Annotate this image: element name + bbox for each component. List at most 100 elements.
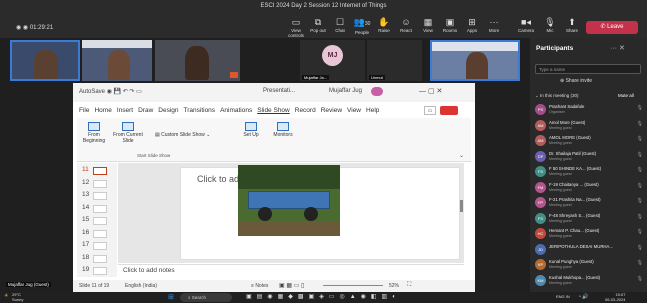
- tab-review[interactable]: Review: [321, 107, 342, 114]
- weather-widget[interactable]: 29°C Sunny: [12, 292, 23, 302]
- share-button[interactable]: ⬆ Share: [560, 17, 584, 33]
- participant-row[interactable]: JD JERIPOTHULA DESAI MURHA... 🎙: [535, 243, 643, 257]
- tab-slide-show[interactable]: Slide Show: [257, 107, 290, 114]
- mic-off-icon[interactable]: 🎙: [637, 136, 643, 142]
- react-button[interactable]: ☺ React: [394, 17, 418, 33]
- tab-help[interactable]: Help: [366, 107, 379, 114]
- mic-off-icon[interactable]: 🎙: [637, 198, 643, 204]
- participant-row[interactable]: FS F 50 SHINDE KA... (Guest) Meeting guest…: [535, 165, 643, 179]
- close-icon[interactable]: ✕: [619, 45, 625, 52]
- slide-thumbnail[interactable]: [93, 217, 107, 225]
- view-controls-button[interactable]: ▭ View controls: [284, 17, 308, 38]
- slide-thumbnail[interactable]: [93, 167, 107, 175]
- video-tile[interactable]: [10, 40, 80, 81]
- slide-thumbnail[interactable]: [93, 267, 107, 275]
- participant-row[interactable]: FM F-19 Chaitanya ... (Guest) Meeting gues…: [535, 181, 643, 195]
- slide-thumbnails[interactable]: 11 12 13 14 15 16 17 18 19: [77, 163, 117, 277]
- mic-button[interactable]: 🎙 Mic: [538, 17, 562, 33]
- from-beginning-button[interactable]: From Beginning: [81, 122, 107, 144]
- tab-insert[interactable]: Insert: [117, 107, 133, 114]
- video-tile[interactable]: MJ Mujaffar Ja...: [300, 40, 365, 81]
- view-buttons[interactable]: ▣ ▦ ▭ ▯: [279, 282, 304, 289]
- slide-thumbnail[interactable]: [93, 179, 107, 188]
- mic-off-icon[interactable]: 🎙: [637, 183, 643, 189]
- chevron-down-icon[interactable]: ⌄: [459, 152, 464, 159]
- participant-row[interactable]: AM AMOL MORE (Guest) Meeting guest 🎙: [535, 134, 643, 148]
- raise-hand-button[interactable]: ✋ Raise: [372, 17, 396, 33]
- mic-off-icon[interactable]: 🎙: [637, 167, 643, 173]
- more-button[interactable]: ··· More: [482, 17, 506, 33]
- windows-start-icon[interactable]: ⊞: [168, 293, 174, 301]
- rooms-button[interactable]: ▣ Rooms: [438, 17, 462, 33]
- participant-role: Organiser: [549, 110, 565, 114]
- participant-row[interactable]: PS Prashant Sadafule Organiser 🎙: [535, 103, 643, 117]
- custom-slideshow-button[interactable]: ▤ Custom Slide Show ⌄: [155, 132, 231, 138]
- slide-photo[interactable]: [238, 165, 340, 236]
- participant-row[interactable]: KM Kushal Mukhopa... (Guest) Meeting guest…: [535, 274, 643, 288]
- tab-design[interactable]: Design: [158, 107, 178, 114]
- from-current-button[interactable]: From Current Slide: [111, 122, 145, 144]
- mic-off-icon[interactable]: 🎙: [637, 229, 643, 235]
- participant-row[interactable]: KP Kunal Punghya (Guest) Meeting guest 🎙: [535, 258, 643, 272]
- fit-icon[interactable]: ⛶: [407, 282, 411, 289]
- language[interactable]: English (India): [125, 283, 157, 289]
- mic-off-icon[interactable]: 🎙: [637, 276, 643, 282]
- slide-thumbnail[interactable]: [93, 192, 107, 200]
- leave-button[interactable]: ✆ Leave: [586, 21, 638, 34]
- monitors-button[interactable]: Monitors: [269, 122, 297, 138]
- people-button[interactable]: 👥30 People: [350, 17, 374, 35]
- slide-number: 18: [82, 253, 90, 261]
- scrollbar[interactable]: [460, 200, 463, 212]
- participant-search-input[interactable]: Type a name: [535, 64, 641, 74]
- tab-animations[interactable]: Animations: [220, 107, 252, 114]
- video-tile[interactable]: Unmut: [367, 40, 422, 81]
- slide-thumbnail[interactable]: [93, 254, 107, 263]
- mic-off-icon[interactable]: 🎙: [637, 121, 643, 127]
- participant-row[interactable]: DP Dr. Shailaja Patil (Guest) Meeting gues…: [535, 150, 643, 164]
- notes-button[interactable]: ≡ Notes: [251, 283, 268, 289]
- zoom-slider[interactable]: [323, 285, 383, 286]
- share-invite-button[interactable]: ⊕ Share invite: [560, 78, 592, 84]
- more-icon[interactable]: ···: [610, 45, 617, 52]
- in-meeting-header[interactable]: ⌄ In this meeting (30): [535, 93, 579, 99]
- tab-record[interactable]: Record: [295, 107, 316, 114]
- participant-row[interactable]: FS F-48 Shreyash S... (Guest) Meeting gues…: [535, 212, 643, 226]
- window-controls[interactable]: — ▢ ✕: [419, 87, 442, 95]
- camera-button[interactable]: ■◂ Camera: [514, 17, 538, 33]
- taskbar-apps[interactable]: ▣▤◉▦◆▩▣◈▭◎▲◉◧▥◐: [246, 293, 401, 300]
- account-name[interactable]: Mujaffar Jug: [329, 88, 362, 94]
- present-button[interactable]: [440, 106, 458, 115]
- mic-off-icon[interactable]: 🎙: [637, 105, 643, 111]
- notes-placeholder[interactable]: Click to add notes: [123, 267, 175, 274]
- taskbar-search[interactable]: ⌕ Search: [180, 293, 232, 302]
- slide-thumbnail[interactable]: [93, 229, 107, 238]
- chat-button[interactable]: ☐ Chat: [328, 17, 352, 33]
- participant-row[interactable]: FP F-21 Prashita Na... (Guest) Meeting gue…: [535, 196, 643, 210]
- video-tile[interactable]: [155, 40, 240, 81]
- mic-off-icon[interactable]: 🎙: [637, 214, 643, 220]
- pop-out-button[interactable]: ⧉ Pop out: [306, 17, 330, 33]
- video-tile[interactable]: [430, 40, 520, 81]
- apps-button[interactable]: ⊞ Apps: [460, 17, 484, 33]
- tab-transitions[interactable]: Transitions: [184, 107, 216, 114]
- comment-icon[interactable]: ▭: [424, 106, 436, 115]
- setup-button[interactable]: Set Up: [241, 122, 261, 138]
- tray-icons[interactable]: ◔ 🔊: [578, 294, 589, 300]
- video-tile[interactable]: [82, 40, 152, 81]
- mute-all-button[interactable]: Mute all: [618, 93, 634, 98]
- tab-file[interactable]: File: [79, 107, 89, 114]
- mic-off-icon[interactable]: 🎙: [637, 260, 643, 266]
- tab-home[interactable]: Home: [94, 107, 111, 114]
- participant-row[interactable]: HC Hemant P. Chau... (Guest) Meeting guest…: [535, 227, 643, 241]
- mic-off-icon[interactable]: 🎙: [637, 152, 643, 158]
- tab-draw[interactable]: Draw: [138, 107, 153, 114]
- slide-thumbnail[interactable]: [93, 242, 107, 250]
- input-language[interactable]: ENG IN: [556, 294, 570, 299]
- tab-view[interactable]: View: [347, 107, 361, 114]
- mic-off-icon[interactable]: 🎙: [637, 245, 643, 251]
- clock[interactable]: 15:07 06-03-2024: [605, 292, 625, 302]
- participant-row[interactable]: AM Amol More (Guest) Meeting guest 🎙: [535, 119, 643, 133]
- view-button[interactable]: ▦ View: [416, 17, 440, 33]
- slide-thumbnail[interactable]: [93, 204, 107, 213]
- autosave-toggle[interactable]: AutoSave ◉ 💾 ↶ ↷ ▭: [79, 88, 142, 95]
